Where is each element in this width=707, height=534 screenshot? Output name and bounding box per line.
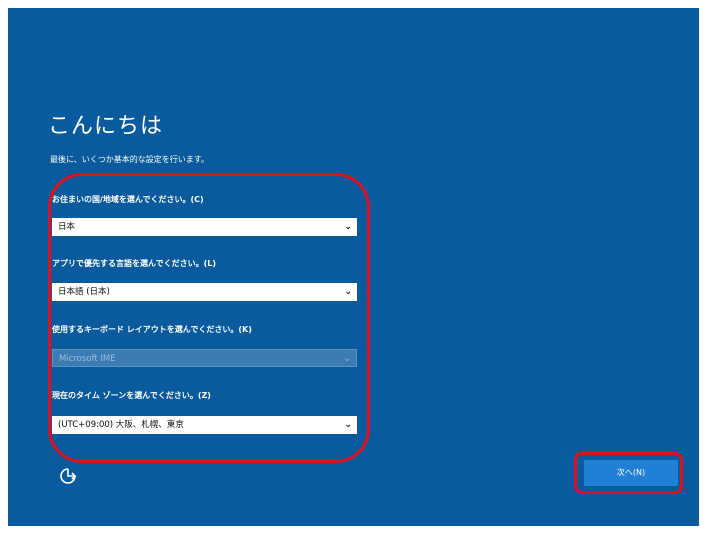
page-subtitle: 最後に、いくつか基本的な設定を行います。	[50, 155, 209, 164]
ease-of-access-icon[interactable]	[58, 466, 78, 486]
form-highlight	[48, 173, 370, 463]
setup-screen: こんにちは 最後に、いくつか基本的な設定を行います。 お住まいの国/地域を選んで…	[8, 8, 699, 526]
next-button-highlight	[574, 452, 683, 494]
page-title: こんにちは	[48, 114, 164, 139]
